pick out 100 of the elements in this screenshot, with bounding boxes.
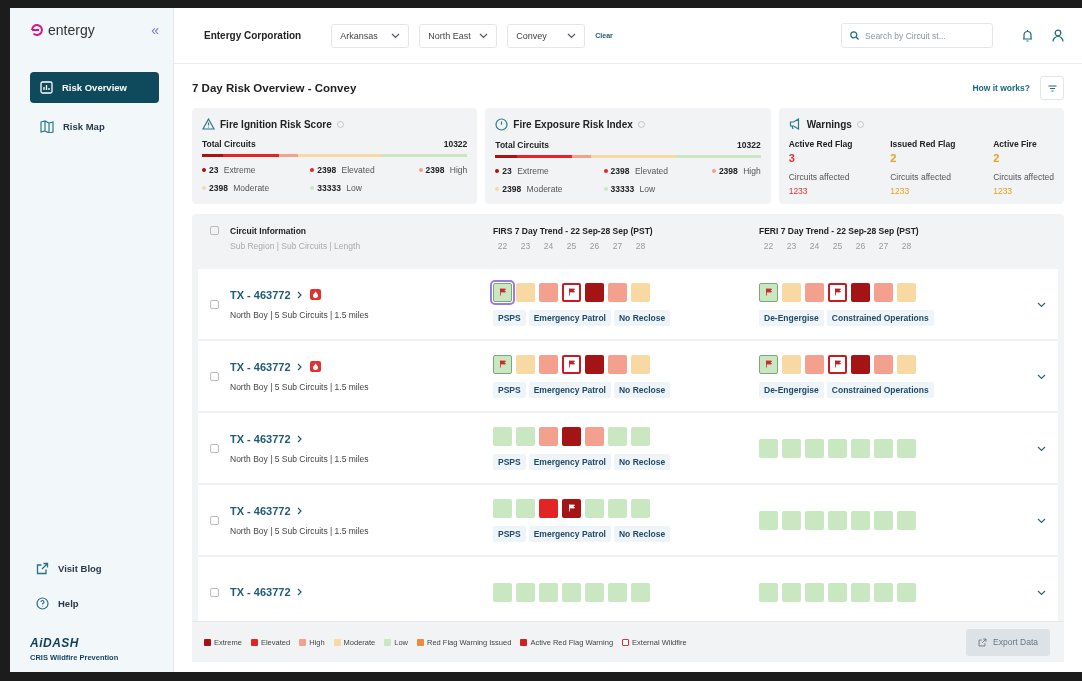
- risk-cell[interactable]: [897, 510, 916, 530]
- risk-cell[interactable]: [608, 426, 627, 446]
- risk-cell[interactable]: [851, 582, 870, 602]
- circuit-link[interactable]: TX - 463772: [230, 360, 302, 373]
- risk-cell[interactable]: [539, 282, 558, 302]
- risk-cell[interactable]: [805, 438, 824, 458]
- row-checkbox[interactable]: [209, 443, 219, 453]
- row-checkbox[interactable]: [209, 587, 219, 597]
- risk-cell[interactable]: [897, 354, 916, 374]
- risk-cell[interactable]: [631, 354, 650, 374]
- risk-cell[interactable]: [805, 582, 824, 602]
- expand-icon[interactable]: [1037, 589, 1046, 596]
- risk-cell[interactable]: [631, 282, 650, 302]
- risk-cell[interactable]: [782, 282, 801, 302]
- risk-cell[interactable]: [782, 438, 801, 458]
- risk-cell[interactable]: [805, 282, 824, 302]
- circuit-link[interactable]: TX - 463772: [230, 288, 302, 301]
- filter-dropdown[interactable]: Convey: [507, 23, 586, 48]
- risk-cell[interactable]: [585, 498, 604, 518]
- risk-cell[interactable]: [608, 498, 627, 518]
- risk-cell[interactable]: [562, 282, 581, 302]
- risk-cell[interactable]: [897, 582, 916, 602]
- risk-cell[interactable]: [585, 282, 604, 302]
- risk-cell[interactable]: [874, 582, 893, 602]
- risk-cell[interactable]: [828, 438, 847, 458]
- risk-cell[interactable]: [562, 354, 581, 374]
- risk-cell[interactable]: [874, 354, 893, 374]
- risk-cell[interactable]: [585, 426, 604, 446]
- risk-cell[interactable]: [759, 510, 778, 530]
- user-icon[interactable]: [1052, 29, 1064, 42]
- risk-cell[interactable]: [562, 582, 581, 602]
- risk-cell[interactable]: [539, 582, 558, 602]
- risk-cell[interactable]: [759, 354, 778, 374]
- nav-item[interactable]: Risk Map: [30, 111, 159, 142]
- risk-cell[interactable]: [562, 498, 581, 518]
- risk-cell[interactable]: [851, 438, 870, 458]
- row-checkbox[interactable]: [209, 299, 219, 309]
- risk-cell[interactable]: [608, 282, 627, 302]
- risk-cell[interactable]: [539, 498, 558, 518]
- risk-cell[interactable]: [828, 354, 847, 374]
- risk-cell[interactable]: [539, 426, 558, 446]
- expand-icon[interactable]: [1037, 373, 1046, 380]
- risk-cell[interactable]: [585, 354, 604, 374]
- expand-icon[interactable]: [1037, 301, 1046, 308]
- risk-cell[interactable]: [828, 582, 847, 602]
- filter-dropdown[interactable]: Arkansas: [331, 23, 410, 48]
- row-checkbox[interactable]: [209, 371, 219, 381]
- nav-item[interactable]: Risk Overview: [30, 72, 159, 103]
- risk-cell[interactable]: [539, 354, 558, 374]
- expand-icon[interactable]: [1037, 517, 1046, 524]
- search-field[interactable]: Search by Circuit st...: [841, 23, 993, 48]
- risk-cell[interactable]: [516, 582, 535, 602]
- risk-cell[interactable]: [897, 282, 916, 302]
- nav-link[interactable]: Help: [30, 597, 159, 610]
- risk-cell[interactable]: [516, 282, 535, 302]
- risk-cell[interactable]: [493, 582, 512, 602]
- risk-cell[interactable]: [516, 354, 535, 374]
- risk-cell[interactable]: [516, 498, 535, 518]
- expand-icon[interactable]: [1037, 445, 1046, 452]
- risk-cell[interactable]: [805, 510, 824, 530]
- risk-cell[interactable]: [759, 582, 778, 602]
- risk-cell[interactable]: [493, 282, 512, 302]
- risk-cell[interactable]: [851, 354, 870, 374]
- risk-cell[interactable]: [874, 282, 893, 302]
- risk-cell[interactable]: [585, 582, 604, 602]
- risk-cell[interactable]: [805, 354, 824, 374]
- risk-cell[interactable]: [631, 498, 650, 518]
- nav-link[interactable]: Visit Blog: [30, 562, 159, 575]
- risk-cell[interactable]: [608, 354, 627, 374]
- risk-cell[interactable]: [516, 426, 535, 446]
- risk-cell[interactable]: [631, 582, 650, 602]
- circuit-link[interactable]: TX - 463772: [230, 432, 302, 445]
- risk-cell[interactable]: [782, 354, 801, 374]
- filter-dropdown[interactable]: North East: [419, 23, 498, 48]
- filter-button[interactable]: [1040, 76, 1064, 100]
- risk-cell[interactable]: [608, 582, 627, 602]
- risk-cell[interactable]: [874, 510, 893, 530]
- risk-cell[interactable]: [493, 498, 512, 518]
- row-checkbox[interactable]: [209, 515, 219, 525]
- collapse-button[interactable]: «: [151, 22, 159, 38]
- risk-cell[interactable]: [631, 426, 650, 446]
- risk-cell[interactable]: [493, 354, 512, 374]
- info-icon: [856, 120, 864, 128]
- risk-cell[interactable]: [874, 438, 893, 458]
- risk-cell[interactable]: [828, 510, 847, 530]
- risk-cell[interactable]: [782, 582, 801, 602]
- risk-cell[interactable]: [897, 438, 916, 458]
- risk-cell[interactable]: [851, 282, 870, 302]
- risk-cell[interactable]: [782, 510, 801, 530]
- risk-cell[interactable]: [851, 510, 870, 530]
- risk-cell[interactable]: [493, 426, 512, 446]
- risk-cell[interactable]: [828, 282, 847, 302]
- row-checkbox[interactable]: [209, 226, 219, 235]
- risk-cell[interactable]: [759, 438, 778, 458]
- circuit-link[interactable]: TX - 463772: [230, 586, 302, 598]
- risk-cell[interactable]: [759, 282, 778, 302]
- how-it-works-link[interactable]: How it works?: [972, 83, 1030, 93]
- bell-icon[interactable]: [1021, 29, 1034, 42]
- risk-cell[interactable]: [562, 426, 581, 446]
- circuit-link[interactable]: TX - 463772: [230, 504, 302, 517]
